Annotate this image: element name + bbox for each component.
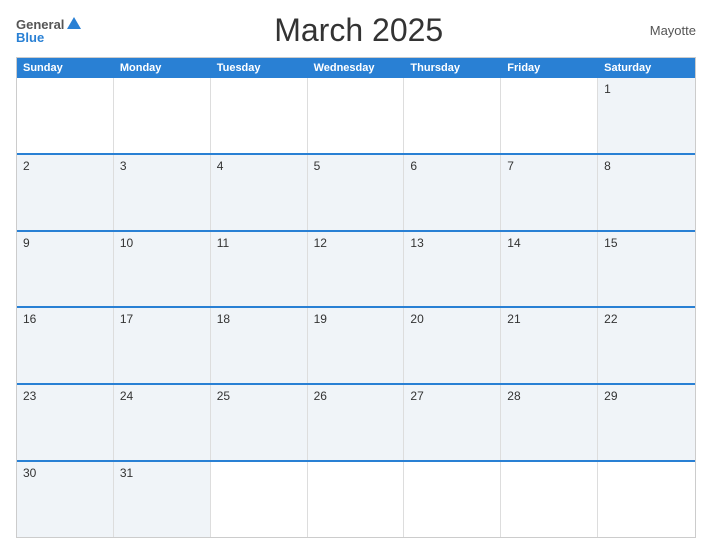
day-number: 27 xyxy=(410,389,494,403)
calendar-cell xyxy=(308,78,405,153)
region-label: Mayotte xyxy=(636,23,696,38)
calendar-cell: 19 xyxy=(308,308,405,383)
day-number: 7 xyxy=(507,159,591,173)
day-number: 29 xyxy=(604,389,689,403)
day-number: 31 xyxy=(120,466,204,480)
calendar-cell: 28 xyxy=(501,385,598,460)
calendar-cell: 9 xyxy=(17,232,114,307)
logo-row1: General xyxy=(16,17,81,31)
calendar-cell xyxy=(404,462,501,537)
day-number: 2 xyxy=(23,159,107,173)
calendar-week-6: 30 31 xyxy=(17,460,695,537)
day-number: 30 xyxy=(23,466,107,480)
page-title: March 2025 xyxy=(81,12,636,49)
day-number: 14 xyxy=(507,236,591,250)
calendar-cell: 4 xyxy=(211,155,308,230)
header-tuesday: Tuesday xyxy=(211,58,308,78)
calendar-cell: 23 xyxy=(17,385,114,460)
calendar-header: Sunday Monday Tuesday Wednesday Thursday… xyxy=(17,58,695,78)
day-number: 3 xyxy=(120,159,204,173)
calendar-cell: 5 xyxy=(308,155,405,230)
calendar-cell xyxy=(404,78,501,153)
calendar-cell xyxy=(501,462,598,537)
logo-triangle-icon xyxy=(67,17,81,29)
calendar-week-2: 2345678 xyxy=(17,153,695,230)
day-number: 5 xyxy=(314,159,398,173)
calendar-cell: 26 xyxy=(308,385,405,460)
calendar-cell: 25 xyxy=(211,385,308,460)
calendar-cell: 24 xyxy=(114,385,211,460)
calendar-week-1: 1 xyxy=(17,78,695,153)
day-number: 24 xyxy=(120,389,204,403)
calendar-cell: 30 xyxy=(17,462,114,537)
calendar-cell: 1 xyxy=(598,78,695,153)
day-number: 25 xyxy=(217,389,301,403)
day-number: 11 xyxy=(217,236,301,250)
calendar-body: 1234567891011121314151617181920212223242… xyxy=(17,78,695,537)
logo: General Blue xyxy=(16,17,81,44)
calendar-cell: 21 xyxy=(501,308,598,383)
calendar-cell xyxy=(501,78,598,153)
calendar-cell: 22 xyxy=(598,308,695,383)
calendar-cell: 15 xyxy=(598,232,695,307)
day-number: 21 xyxy=(507,312,591,326)
calendar-cell: 27 xyxy=(404,385,501,460)
day-number: 28 xyxy=(507,389,591,403)
header-wednesday: Wednesday xyxy=(308,58,405,78)
day-number: 16 xyxy=(23,312,107,326)
calendar-week-4: 16 17 18 19 20 21 22 xyxy=(17,306,695,383)
day-number: 6 xyxy=(410,159,494,173)
calendar-cell: 3 xyxy=(114,155,211,230)
calendar-cell: 14 xyxy=(501,232,598,307)
day-number: 19 xyxy=(314,312,398,326)
calendar-page: General Blue March 2025 Mayotte Sunday M… xyxy=(0,0,712,550)
day-number: 15 xyxy=(604,236,689,250)
calendar-cell: 2 xyxy=(17,155,114,230)
page-header: General Blue March 2025 Mayotte xyxy=(16,12,696,49)
calendar: Sunday Monday Tuesday Wednesday Thursday… xyxy=(16,57,696,538)
day-number: 10 xyxy=(120,236,204,250)
calendar-cell xyxy=(211,462,308,537)
calendar-cell: 31 xyxy=(114,462,211,537)
day-number: 23 xyxy=(23,389,107,403)
header-sunday: Sunday xyxy=(17,58,114,78)
calendar-cell: 8 xyxy=(598,155,695,230)
day-number: 8 xyxy=(604,159,689,173)
day-number: 26 xyxy=(314,389,398,403)
logo-block: General Blue xyxy=(16,17,81,44)
calendar-week-5: 23 24 25 26 27 28 29 xyxy=(17,383,695,460)
header-saturday: Saturday xyxy=(598,58,695,78)
calendar-cell: 11 xyxy=(211,232,308,307)
calendar-cell: 16 xyxy=(17,308,114,383)
calendar-cell xyxy=(308,462,405,537)
calendar-cell: 20 xyxy=(404,308,501,383)
calendar-cell xyxy=(17,78,114,153)
calendar-cell xyxy=(211,78,308,153)
header-thursday: Thursday xyxy=(404,58,501,78)
day-number: 17 xyxy=(120,312,204,326)
calendar-cell xyxy=(114,78,211,153)
calendar-week-3: 9 10 11 12 13 14 15 xyxy=(17,230,695,307)
day-number: 20 xyxy=(410,312,494,326)
calendar-cell xyxy=(598,462,695,537)
logo-blue: Blue xyxy=(16,31,44,44)
calendar-cell: 6 xyxy=(404,155,501,230)
day-number: 22 xyxy=(604,312,689,326)
day-number: 9 xyxy=(23,236,107,250)
header-friday: Friday xyxy=(501,58,598,78)
calendar-cell: 10 xyxy=(114,232,211,307)
calendar-cell: 29 xyxy=(598,385,695,460)
day-number: 12 xyxy=(314,236,398,250)
calendar-cell: 7 xyxy=(501,155,598,230)
calendar-cell: 12 xyxy=(308,232,405,307)
day-number: 1 xyxy=(604,82,689,96)
calendar-cell: 18 xyxy=(211,308,308,383)
calendar-cell: 17 xyxy=(114,308,211,383)
day-number: 4 xyxy=(217,159,301,173)
calendar-cell: 13 xyxy=(404,232,501,307)
day-number: 18 xyxy=(217,312,301,326)
day-number: 13 xyxy=(410,236,494,250)
header-monday: Monday xyxy=(114,58,211,78)
